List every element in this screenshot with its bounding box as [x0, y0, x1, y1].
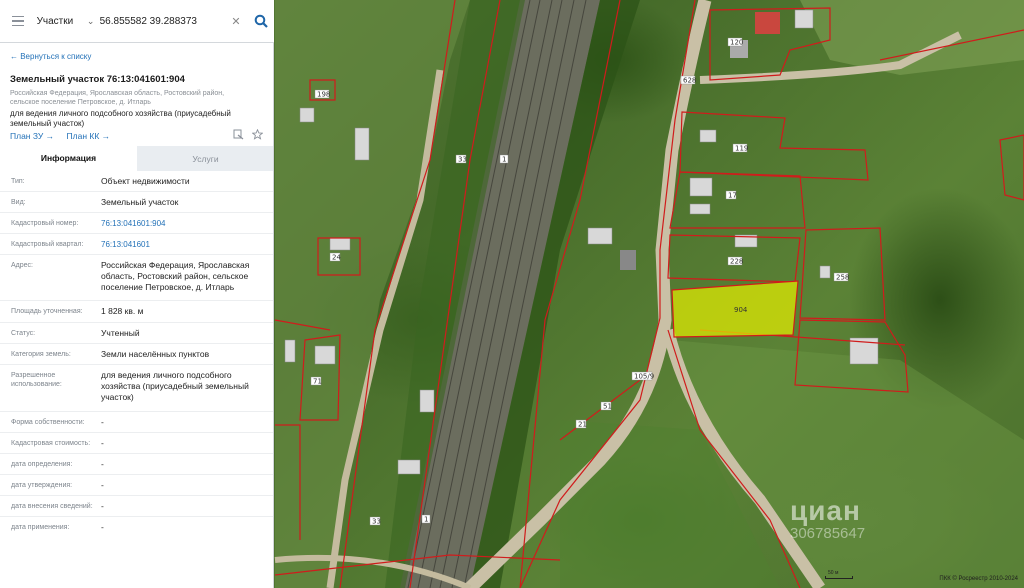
info-row: дата применения: - — [0, 517, 273, 538]
parcel-label: 119 — [735, 145, 748, 153]
parcel-label: 51 — [603, 403, 612, 411]
parcel-label: 1 — [424, 516, 428, 524]
info-row-label: Кадастровый номер: — [11, 220, 79, 227]
info-panel: ← Вернуться к списку Земельный участок 7… — [0, 43, 274, 588]
cadastral-number-link[interactable]: 76:13:041601:904 — [101, 218, 266, 229]
parcel-label: 105/9 — [634, 373, 654, 381]
watermark-id: 306785647 — [790, 525, 866, 542]
info-row-label: дата определения: — [11, 461, 73, 468]
info-row: Кадастровая стоимость: - — [0, 433, 273, 454]
parcel-label: 198 — [317, 91, 330, 99]
search-bar: Участки ⌄ ✕ — [0, 0, 274, 43]
parcel-label: 120 — [730, 39, 743, 47]
info-row-value: - — [101, 522, 104, 532]
search-icon — [254, 14, 268, 28]
info-row: Кадастровый номер: 76:13:041601:904 — [0, 213, 273, 234]
info-row-label: Категория земель: — [11, 351, 71, 358]
info-row: Кадастровый квартал: 76:13:041601 — [0, 234, 273, 255]
info-row-value: Объект недвижимости — [101, 176, 190, 186]
star-icon[interactable] — [252, 129, 263, 140]
search-input[interactable] — [99, 15, 230, 27]
chevron-down-icon[interactable]: ⌄ — [87, 16, 100, 27]
info-row: Форма собственности: - — [0, 412, 273, 433]
menu-icon[interactable] — [0, 0, 37, 43]
info-row-value: Земельный участок — [101, 197, 179, 207]
info-row: Разрешенное использование: для ведения л… — [0, 365, 273, 412]
parcel-label: 71 — [313, 378, 322, 386]
page-title: Земельный участок 76:13:041601:904 — [10, 74, 185, 85]
tab-info[interactable]: Информация — [0, 146, 137, 171]
tool-icons — [233, 129, 263, 140]
info-row: дата утверждения: - — [0, 475, 273, 496]
parcel-label: 1 — [502, 156, 506, 164]
tab-bar: Информация Услуги — [0, 146, 273, 171]
info-row-value: 1 828 кв. м — [101, 306, 144, 316]
plan-kk-link[interactable]: План КК → — [67, 131, 111, 141]
parcel-label: 24 — [332, 254, 341, 262]
parcel-label: 258 — [836, 274, 849, 282]
info-row-label: Вид: — [11, 199, 26, 206]
cadastral-quarter-link[interactable]: 76:13:041601 — [101, 239, 266, 250]
info-row-value: - — [101, 501, 104, 511]
info-row-label: Площадь уточненная: — [11, 308, 83, 315]
plot-address: Российская Федерация, Ярославская област… — [10, 90, 225, 106]
parcel-label: 228 — [730, 258, 743, 266]
parcel-label: 628 — [683, 77, 696, 85]
tab-services[interactable]: Услуги — [137, 146, 273, 171]
search-button[interactable] — [248, 0, 274, 43]
info-table: Тип: Объект недвижимости Вид: Земельный … — [0, 171, 273, 538]
info-row-value: - — [101, 417, 104, 427]
info-row-label: дата внесения сведений: — [11, 503, 93, 510]
info-row: Вид: Земельный участок — [0, 192, 273, 213]
info-row-value: Земли населённых пунктов — [101, 349, 210, 359]
close-icon[interactable]: ✕ — [230, 15, 243, 28]
info-row-label: Форма собственности: — [11, 419, 85, 426]
copyright: ПКК © Росреестр 2010-2024 — [939, 576, 1018, 582]
info-row: Тип: Объект недвижимости — [0, 171, 273, 192]
info-row-value: - — [101, 480, 104, 490]
info-row: Статус: Учтенный — [0, 323, 273, 344]
plot-purpose: для ведения личного подсобного хозяйства… — [10, 109, 231, 128]
watermark: циан — [790, 495, 861, 526]
plan-zu-link[interactable]: План ЗУ → — [10, 131, 54, 141]
info-row: дата определения: - — [0, 454, 273, 475]
selected-parcel-label: 904 — [734, 306, 748, 314]
info-row: Площадь уточненная: 1 828 кв. м — [0, 301, 273, 323]
info-row-value: - — [101, 459, 104, 469]
info-row-label: Кадастровый квартал: — [11, 241, 84, 248]
back-to-list-link[interactable]: ← Вернуться к списку — [10, 52, 91, 61]
parcel-label: 17 — [728, 192, 737, 200]
info-row-label: Разрешенное использование: — [11, 372, 62, 388]
info-row-label: Адрес: — [11, 262, 33, 269]
info-row: Адрес: Российская Федерация, Ярославская… — [0, 255, 273, 301]
plan-links: План ЗУ → План КК → — [10, 131, 120, 141]
info-row: Категория земель: Земли населённых пункт… — [0, 344, 273, 365]
info-row-label: дата утверждения: — [11, 482, 73, 489]
parcel-label: 21 — [578, 421, 587, 429]
print-icon[interactable] — [233, 129, 244, 140]
info-row: дата внесения сведений: - — [0, 496, 273, 517]
info-row-value: Российская Федерация, Ярославская област… — [101, 260, 250, 292]
info-row-value: Учтенный — [101, 328, 140, 338]
info-row-label: Статус: — [11, 330, 36, 337]
category-select[interactable]: Участки — [37, 16, 87, 27]
parcel-label: 33 — [372, 518, 381, 526]
info-row-label: Кадастровая стоимость: — [11, 440, 91, 447]
info-row-label: дата применения: — [11, 524, 70, 531]
info-row-label: Тип: — [11, 178, 25, 185]
parcel-label: 33 — [458, 156, 467, 164]
info-row-value: для ведения личного подсобного хозяйства… — [101, 370, 249, 402]
scale-bar — [825, 576, 853, 579]
info-row-value: - — [101, 438, 104, 448]
